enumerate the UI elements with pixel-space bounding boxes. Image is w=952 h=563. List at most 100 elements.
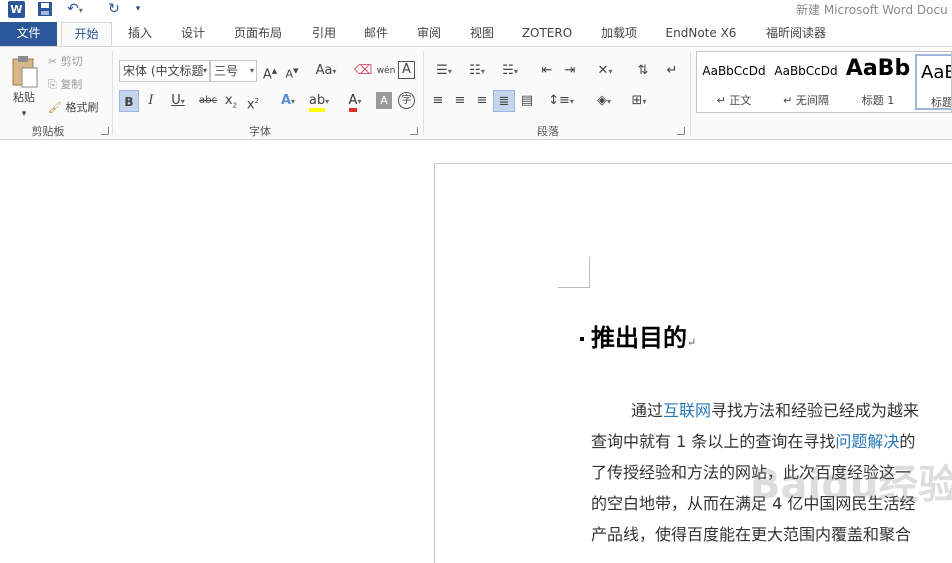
justify-icon[interactable]: ≣ [493, 90, 515, 112]
align-left-icon[interactable]: ≡ [430, 90, 446, 112]
tab-insert[interactable]: 插入 [118, 22, 162, 46]
ribbon-tabs: 文件 开始 插入 设计 页面布局 引用 邮件 审阅 视图 ZOTERO 加载项 … [0, 22, 952, 46]
style-name: 标题 [931, 96, 952, 109]
cut-label: 剪切 [60, 55, 83, 68]
style-sample: AaBbCcDd [774, 64, 838, 78]
font-launcher-icon[interactable] [410, 127, 418, 135]
style-sample: AaBb [845, 56, 911, 81]
format-painter-label: 格式刷 [65, 101, 99, 114]
hyperlink[interactable]: 问题解决 [835, 432, 899, 451]
font-name-combo[interactable]: 宋体 (中文标题 ▾ [119, 60, 210, 82]
tab-addins[interactable]: 加载项 [592, 22, 646, 46]
clipboard-launcher-icon[interactable] [101, 127, 109, 135]
borders-icon[interactable]: ⊞▾ [624, 90, 654, 112]
copy-icon: ⎘ [48, 78, 57, 91]
cut-button[interactable]: ✂ 剪切 [48, 51, 96, 73]
styles-gallery: AaBbCcDd ↵ 正文 AaBbCcDd ↵ 无间隔 AaBb 标题 1 A… [696, 51, 952, 113]
align-right-icon[interactable]: ≡ [474, 90, 490, 112]
paragraph-group-label: 段落 [537, 125, 559, 138]
redo-icon[interactable]: ↻ [106, 0, 122, 18]
tab-review[interactable]: 审阅 [407, 22, 451, 46]
heading-bullet-mark [580, 337, 584, 341]
clipboard-group-label: 剪贴板 [31, 125, 65, 138]
line-text: 寻找方法和经验已经成为越来 [711, 401, 920, 420]
subscript-button[interactable]: x2 [222, 90, 240, 112]
brush-icon: 🖌 [48, 101, 62, 114]
change-case-button[interactable]: Aa▾ [311, 60, 341, 82]
highlight-button[interactable]: ab▾ [305, 90, 333, 112]
document-heading[interactable]: 推出目的↵ [591, 318, 696, 353]
paragraph-shading-icon[interactable]: ◈▾ [590, 90, 618, 112]
font-color-button[interactable]: A▾ [340, 90, 370, 112]
numbering-icon[interactable]: ☷▾ [463, 60, 491, 82]
paste-dropdown-icon[interactable]: ▾ [4, 103, 44, 125]
body-line[interactable]: 查询中就有 1 条以上的查询在寻找问题解决的 [591, 428, 915, 452]
shrink-font-button[interactable]: A▼ [284, 60, 300, 82]
enclose-char-icon[interactable]: 字 [398, 92, 415, 109]
style-no-spacing[interactable]: AaBbCcDd ↵ 无间隔 [771, 54, 841, 110]
undo-icon[interactable]: ↶▾ [64, 0, 86, 18]
underline-button[interactable]: U▾ [166, 90, 190, 112]
line-spacing-icon[interactable]: ↕≡▾ [546, 90, 576, 112]
save-icon[interactable] [36, 0, 54, 18]
separator [112, 51, 113, 135]
line-text: 的 [899, 432, 916, 451]
bullets-icon[interactable]: ☰▾ [430, 60, 458, 82]
multilevel-list-icon[interactable]: ☵▾ [496, 60, 524, 82]
paragraph-launcher-icon[interactable] [677, 127, 685, 135]
font-name-value: 宋体 (中文标题 [123, 64, 204, 78]
tab-foxit[interactable]: 福昕阅读器 [756, 22, 836, 46]
style-name: ↵ 正文 [716, 94, 752, 107]
tab-layout[interactable]: 页面布局 [225, 22, 291, 46]
hyperlink[interactable]: 互联网 [663, 401, 711, 420]
phonetic-guide-icon[interactable]: wén [376, 60, 396, 82]
superscript-icon: x [246, 97, 255, 113]
customize-icon[interactable]: ▾ [133, 0, 143, 18]
strikethrough-button[interactable]: abc [197, 90, 219, 112]
show-marks-icon[interactable]: ↵ [664, 60, 680, 82]
separator [690, 51, 691, 135]
superscript-button[interactable]: x2 [244, 90, 262, 112]
tab-file[interactable]: 文件 [0, 22, 57, 46]
tab-zotero[interactable]: ZOTERO [516, 22, 578, 46]
cut-icon: ✂ [48, 55, 58, 68]
tab-design[interactable]: 设计 [171, 22, 215, 46]
grow-font-button[interactable]: A▲ [262, 60, 278, 82]
increase-indent-icon[interactable]: ⇥ [561, 60, 579, 82]
distributed-icon[interactable]: ▤ [518, 90, 536, 112]
font-size-combo[interactable]: 三号 ▾ [210, 60, 257, 82]
italic-button[interactable]: I [143, 90, 159, 112]
body-line[interactable]: 通过互联网寻找方法和经验已经成为越来 [631, 397, 919, 421]
style-sample: AaB [921, 62, 951, 83]
body-line[interactable]: 产品线，使得百度能在更大范围内覆盖和聚合 [591, 521, 911, 545]
style-title[interactable]: AaB 标题 [915, 54, 952, 110]
highlighter-icon: ab [308, 93, 326, 112]
tab-references[interactable]: 引用 [302, 22, 346, 46]
style-heading-1[interactable]: AaBb 标题 1 [843, 54, 913, 110]
sort-icon[interactable]: ⇅ [634, 60, 652, 82]
style-name: ↵ 无间隔 [783, 94, 829, 107]
tab-view[interactable]: 视图 [460, 22, 504, 46]
tab-home[interactable]: 开始 [61, 22, 112, 46]
paste-icon[interactable] [8, 55, 42, 91]
copy-button[interactable]: ⎘ 复制 [48, 74, 96, 96]
chinese-layout-icon[interactable]: ✕▾ [591, 60, 619, 82]
style-normal[interactable]: AaBbCcDd ↵ 正文 [699, 54, 769, 110]
change-case-icon: Aa [315, 63, 333, 78]
bold-button[interactable]: B [119, 90, 139, 112]
separator [423, 51, 424, 135]
clear-format-icon[interactable]: ⌫ [354, 60, 372, 82]
text-effects-button[interactable]: A▾ [274, 90, 302, 112]
char-border-icon[interactable]: A [398, 61, 415, 79]
line-text: 查询中就有 1 条以上的查询在寻找 [591, 432, 836, 451]
decrease-indent-icon[interactable]: ⇤ [538, 60, 556, 82]
tab-mailings[interactable]: 邮件 [354, 22, 398, 46]
shrink-font-icon: A [285, 67, 294, 81]
align-center-icon[interactable]: ≡ [452, 90, 468, 112]
format-painter-button[interactable]: 🖌 格式刷 [48, 97, 106, 119]
window-title: 新建 Microsoft Word Docu [796, 3, 948, 17]
heading-text: 推出目的 [591, 323, 687, 352]
char-shading-icon[interactable]: A [376, 92, 392, 109]
tab-endnote[interactable]: EndNote X6 [661, 22, 741, 46]
paragraph-mark: ↵ [687, 336, 697, 349]
